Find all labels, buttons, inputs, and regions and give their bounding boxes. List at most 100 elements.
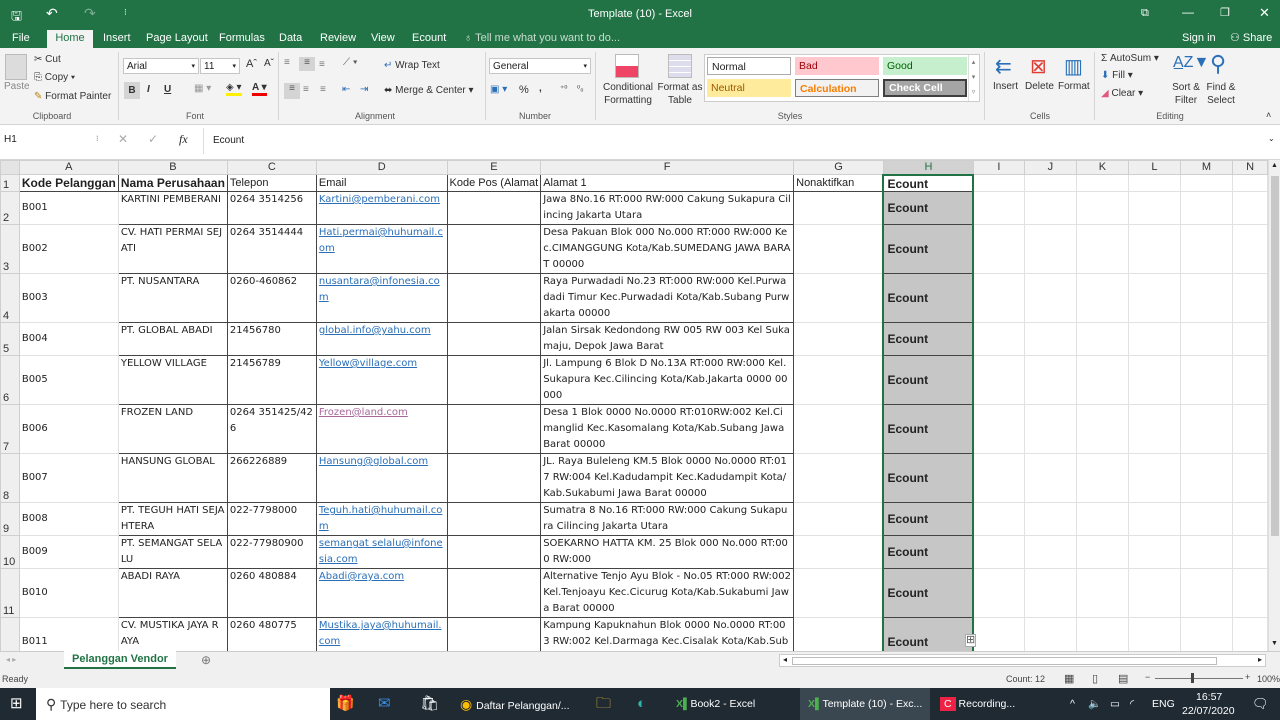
code-cell[interactable]: B002: [18, 224, 119, 274]
orientation-icon[interactable]: ⟋ ▾: [343, 57, 358, 68]
empty-cell[interactable]: [793, 224, 884, 274]
column-title-cell[interactable]: Telepon: [226, 174, 317, 192]
taskbar-chrome[interactable]: ◉ Daftar Pelanggan/...: [460, 688, 570, 720]
row-header[interactable]: 12: [0, 617, 20, 651]
empty-cell[interactable]: [972, 322, 1025, 356]
select-all-corner[interactable]: [0, 160, 20, 175]
addr-cell[interactable]: Desa 1 Blok 0000 No.0000 RT:010RW:002 Ke…: [540, 404, 795, 454]
empty-cell[interactable]: [1232, 355, 1268, 405]
accounting-format-icon[interactable]: ▣ ▾: [490, 84, 507, 95]
ecount-cell[interactable]: Ecount: [882, 355, 975, 405]
empty-cell[interactable]: [1179, 453, 1234, 503]
empty-cell[interactable]: [1075, 453, 1129, 503]
empty-cell[interactable]: [1023, 174, 1077, 192]
code-cell[interactable]: B003: [18, 273, 119, 323]
addr-cell[interactable]: Raya Purwadadi No.23 RT:000 RW:000 Kel.P…: [540, 273, 795, 323]
addr-cell[interactable]: Desa Pakuan Blok 000 No.000 RT:000 RW:00…: [540, 224, 795, 274]
empty-cell[interactable]: [1127, 502, 1181, 536]
empty-cell[interactable]: [1232, 191, 1268, 225]
empty-cell[interactable]: [1075, 224, 1129, 274]
empty-cell[interactable]: [1127, 453, 1181, 503]
column-header-n[interactable]: N: [1232, 160, 1268, 175]
spreadsheet-grid[interactable]: ABCDEFGHIJKLMN 1 Kode Pelanggan Nama Perus…: [0, 160, 1268, 651]
empty-cell[interactable]: [1179, 224, 1234, 274]
empty-cell[interactable]: [1232, 502, 1268, 536]
new-sheet-icon[interactable]: ⊕: [201, 653, 211, 667]
page-break-view-icon[interactable]: ▤: [1118, 672, 1128, 685]
name-cell[interactable]: FROZEN LAND: [117, 404, 228, 454]
empty-cell[interactable]: [1232, 322, 1268, 356]
volume-icon[interactable]: 🔈: [1088, 688, 1101, 720]
quick-analysis-icon[interactable]: ⊞: [965, 634, 977, 647]
email-cell[interactable]: Yellow@village.com: [315, 355, 448, 405]
name-cell[interactable]: KARTINI PEMBERANI: [117, 191, 228, 225]
taskbar-search[interactable]: ⚲ Type here to search: [36, 688, 330, 720]
increase-decimal-icon[interactable]: ⁺⁰: [560, 84, 567, 93]
phone-cell[interactable]: 21456789: [226, 355, 317, 405]
empty-cell[interactable]: [793, 453, 884, 503]
empty-cell[interactable]: [446, 322, 542, 356]
addr-cell[interactable]: SOEKARNO HATTA KM. 25 Blok 000 No.000 RT…: [540, 535, 795, 569]
ecount-cell[interactable]: Ecount: [882, 535, 975, 569]
tab-data[interactable]: Data: [271, 30, 310, 48]
addr-cell[interactable]: Kampung Kapuknahun Blok 0000 No.0000 RT:…: [540, 617, 795, 651]
empty-cell[interactable]: [446, 617, 542, 651]
style-bad[interactable]: Bad: [795, 57, 879, 75]
code-cell[interactable]: B008: [18, 502, 119, 536]
row-header[interactable]: 7: [0, 404, 20, 454]
align-left-icon[interactable]: ≡: [284, 83, 300, 99]
align-top-icon[interactable]: ≡: [284, 57, 290, 68]
prev-sheet-icon[interactable]: ◂ ▸: [6, 655, 16, 664]
empty-cell[interactable]: [446, 224, 542, 274]
share-button[interactable]: ⚇ Share: [1228, 30, 1274, 48]
autosum-button[interactable]: Σ AutoSum ▾: [1101, 53, 1159, 64]
empty-cell[interactable]: [972, 502, 1025, 536]
format-cells-button[interactable]: Format: [1058, 81, 1090, 92]
empty-cell[interactable]: [972, 617, 1025, 651]
fill-color-icon[interactable]: ◈ ▾: [226, 82, 242, 96]
tab-formulas[interactable]: Formulas: [211, 30, 273, 48]
style-calculation[interactable]: Calculation: [795, 79, 879, 97]
taskbar-book2[interactable]: X▌Book2 - Excel: [676, 688, 755, 720]
column-title-cell[interactable]: Ecount: [882, 174, 975, 192]
clear-button[interactable]: ◢ Clear ▾: [1101, 88, 1143, 99]
empty-cell[interactable]: [1075, 273, 1129, 323]
empty-cell[interactable]: [1232, 617, 1268, 651]
name-cell[interactable]: PT. GLOBAL ABADI: [117, 322, 228, 356]
empty-cell[interactable]: [972, 355, 1025, 405]
empty-cell[interactable]: [1232, 273, 1268, 323]
ecount-cell[interactable]: Ecount: [882, 191, 975, 225]
code-cell[interactable]: B006: [18, 404, 119, 454]
decrease-decimal-icon[interactable]: ⁰₀: [577, 84, 584, 93]
empty-cell[interactable]: [1023, 453, 1077, 503]
addr-cell[interactable]: Sumatra 8 No.16 RT:000 RW:000 Cakung Suk…: [540, 502, 795, 536]
cancel-icon[interactable]: ✕: [118, 132, 128, 146]
addr-cell[interactable]: Alternative Tenjo Ayu Blok - No.05 RT:00…: [540, 568, 795, 618]
row-header[interactable]: 1: [0, 174, 20, 192]
phone-cell[interactable]: 266226889: [226, 453, 317, 503]
empty-cell[interactable]: [972, 191, 1025, 225]
row-header[interactable]: 9: [0, 502, 20, 536]
empty-cell[interactable]: [1023, 502, 1077, 536]
zoom-level[interactable]: 100%: [1257, 674, 1280, 684]
ecount-cell[interactable]: Ecount: [882, 273, 975, 323]
empty-cell[interactable]: [1127, 568, 1181, 618]
name-cell[interactable]: YELLOW VILLAGE: [117, 355, 228, 405]
empty-cell[interactable]: [446, 273, 542, 323]
ecount-cell[interactable]: Ecount: [882, 404, 975, 454]
column-header-e[interactable]: E: [446, 160, 542, 175]
column-title-cell[interactable]: Email: [315, 174, 448, 192]
zoom-slider[interactable]: [1155, 678, 1243, 679]
align-center-icon[interactable]: ≡: [303, 84, 309, 95]
name-cell[interactable]: PT. SEMANGAT SELALU: [117, 535, 228, 569]
empty-cell[interactable]: [972, 273, 1025, 323]
restore-icon[interactable]: ❐: [1220, 6, 1230, 19]
email-cell[interactable]: global.info@yahu.com: [315, 322, 448, 356]
scroll-up-icon[interactable]: ▲: [1271, 162, 1278, 169]
ribbon-display-icon[interactable]: ⧉: [1141, 7, 1149, 20]
row-header[interactable]: 6: [0, 355, 20, 405]
email-link[interactable]: global.info@yahu.com: [319, 325, 431, 336]
column-header-k[interactable]: K: [1075, 160, 1129, 175]
empty-cell[interactable]: [1023, 355, 1077, 405]
column-header-h[interactable]: H: [882, 160, 974, 176]
